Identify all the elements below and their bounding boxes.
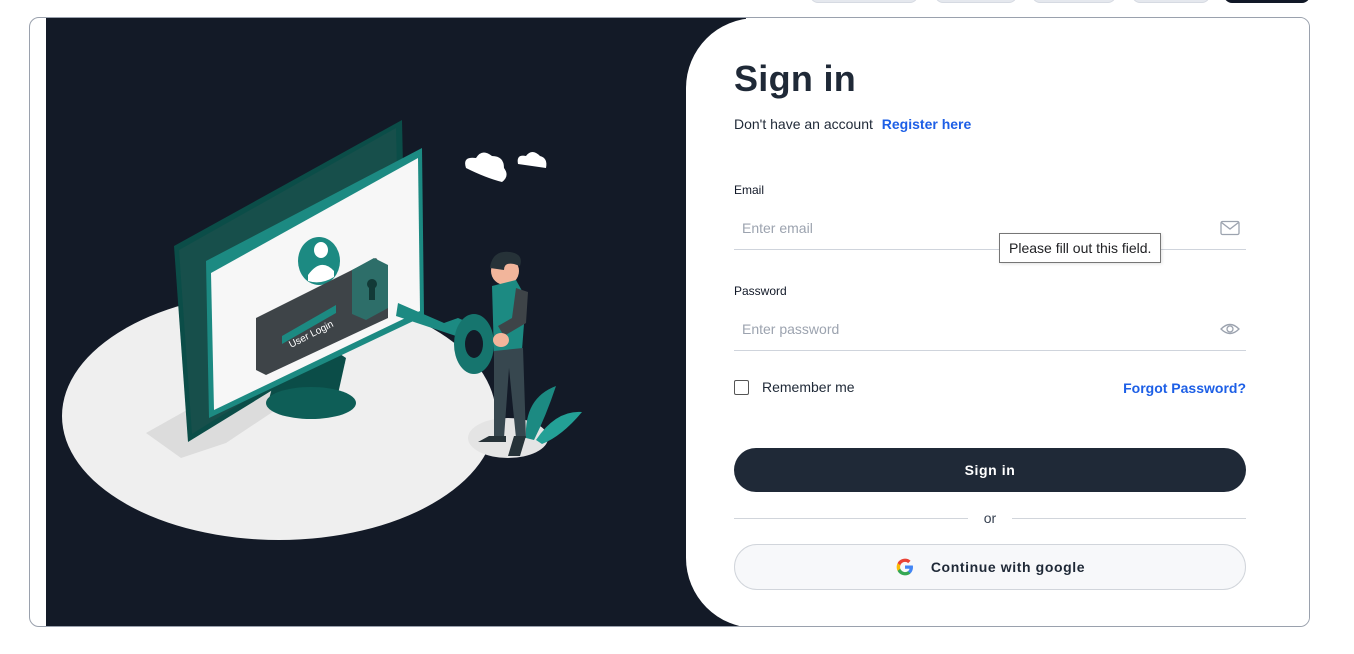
- password-field-row: [734, 309, 1246, 351]
- page-title: Sign in: [734, 58, 857, 99]
- remember-me[interactable]: Remember me: [734, 379, 855, 395]
- top-tab[interactable]: [1032, 0, 1116, 3]
- remember-checkbox[interactable]: [734, 379, 749, 395]
- email-field-row: [734, 208, 1246, 250]
- password-field[interactable]: [734, 309, 1204, 349]
- register-prompt: Don't have an account Register here: [734, 116, 971, 132]
- password-label: Password: [734, 284, 787, 298]
- eye-icon[interactable]: [1220, 321, 1240, 337]
- login-illustration: User Login: [62, 120, 582, 540]
- google-button-label: Continue with google: [930, 559, 1086, 575]
- top-tab[interactable]: [935, 0, 1017, 3]
- login-card: User Login Sign in Don't have an account…: [29, 17, 1310, 627]
- top-tab-active[interactable]: [1224, 0, 1310, 3]
- google-icon: [896, 558, 913, 576]
- top-tabs-strip: [0, 0, 1354, 4]
- email-label: Email: [734, 183, 765, 197]
- forgot-password-link[interactable]: Forgot Password?: [1123, 380, 1246, 396]
- top-tab[interactable]: [1132, 0, 1210, 3]
- hero-panel: User Login: [46, 18, 746, 626]
- register-link[interactable]: Register here: [882, 116, 971, 132]
- no-account-text: Don't have an account: [734, 116, 873, 132]
- remember-label: Remember me: [762, 379, 855, 395]
- divider-line-right: [1012, 518, 1246, 519]
- top-tab[interactable]: [810, 0, 918, 3]
- validation-tooltip: Please fill out this field.: [999, 233, 1162, 263]
- mail-icon: [1220, 220, 1240, 236]
- or-divider: or: [734, 508, 1246, 528]
- sign-in-panel: Sign in Don't have an account Register h…: [686, 18, 1309, 626]
- google-sign-in-button[interactable]: Continue with google: [734, 544, 1246, 590]
- sign-in-button[interactable]: Sign in: [734, 448, 1246, 492]
